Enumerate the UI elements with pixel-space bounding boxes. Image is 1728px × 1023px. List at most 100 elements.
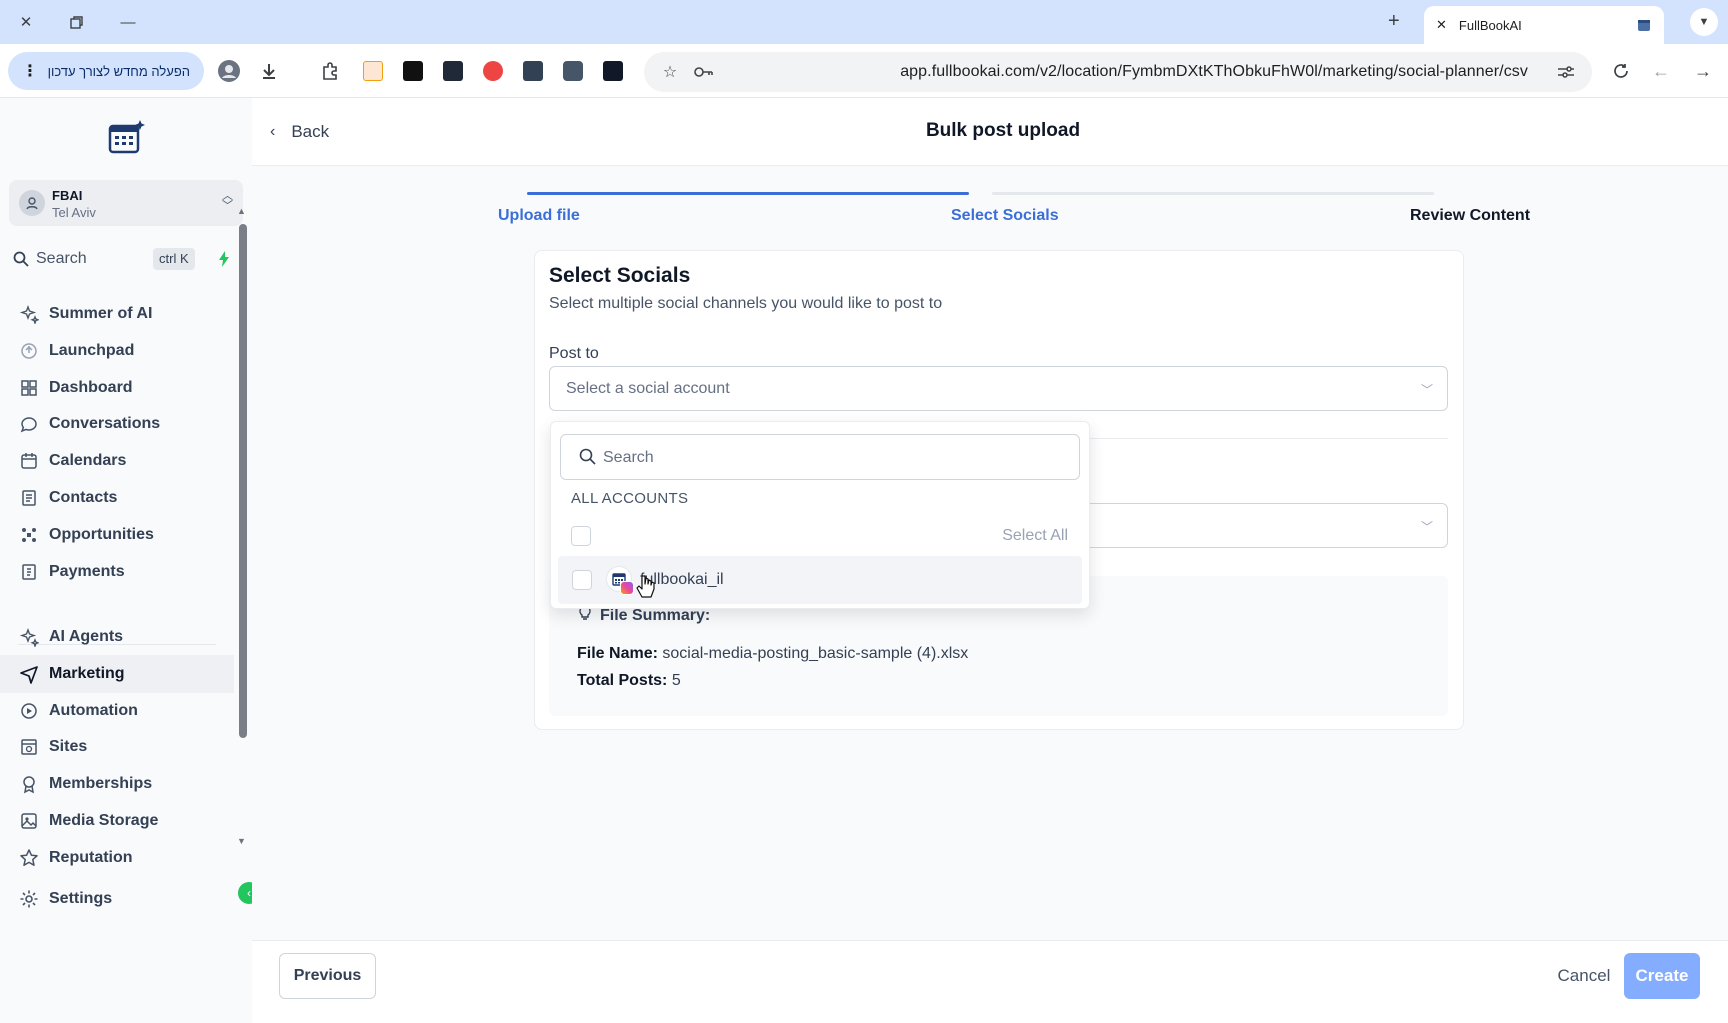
extension-2-icon[interactable]: [400, 58, 426, 84]
extensions-puzzle-icon[interactable]: [317, 58, 343, 84]
browser-tab[interactable]: ✕ FullBookAI: [1424, 6, 1664, 44]
sidebar-item-launchpad[interactable]: Launchpad: [0, 332, 234, 370]
select-all-row[interactable]: Select All: [560, 518, 1080, 554]
menu-dots-icon[interactable]: ⋮: [22, 61, 38, 81]
sidebar-item-sites[interactable]: Sites: [0, 728, 234, 766]
image-icon: [18, 810, 40, 832]
select-placeholder: Select a social account: [566, 380, 730, 397]
sparkles-icon: [18, 626, 40, 648]
step-upload-file[interactable]: Upload file: [498, 207, 580, 225]
extension-1-icon[interactable]: [360, 58, 386, 84]
minimize-window-icon[interactable]: —: [114, 10, 142, 34]
dropdown-search-input[interactable]: Search: [560, 434, 1080, 480]
cancel-button[interactable]: Cancel: [1548, 953, 1620, 999]
account-name: FBAI: [52, 188, 83, 203]
profile-avatar-icon[interactable]: [216, 58, 242, 84]
site-settings-icon[interactable]: [1556, 62, 1576, 82]
extension-5-icon[interactable]: [520, 58, 546, 84]
select-all-label[interactable]: Select All: [1002, 527, 1068, 545]
tab-title: FullBookAI: [1458, 17, 1522, 33]
file-summary-title: File Summary:: [600, 606, 711, 624]
sidebar-item-label: Reputation: [49, 848, 133, 866]
sidebar-item-label: Settings: [49, 890, 113, 907]
account-checkbox[interactable]: [572, 570, 592, 590]
scroll-up-arrow-icon[interactable]: ▲: [237, 206, 246, 216]
sidebar-item-contacts[interactable]: Contacts: [0, 479, 234, 517]
app-logo-icon[interactable]: [106, 118, 146, 158]
sidebar-item-label: Automation: [49, 701, 138, 719]
sidebar-item-automation[interactable]: Automation: [0, 692, 234, 730]
search-icon: [13, 251, 29, 267]
extension-3-icon[interactable]: [440, 58, 466, 84]
scroll-down-arrow-icon[interactable]: ▼: [237, 836, 246, 846]
page-header: ‹ Back Bulk post upload: [252, 98, 1728, 166]
file-name-line: File Name: social-media-posting_basic-sa…: [577, 645, 968, 663]
sidebar-item-opportunities[interactable]: Opportunities: [0, 516, 234, 554]
secondary-select[interactable]: ﹀: [1080, 503, 1448, 548]
update-label: הפעלה מחדש לצורך עדכון: [47, 63, 190, 79]
page-footer: [252, 940, 1728, 1023]
tab-favicon-icon: [1636, 17, 1652, 33]
create-button[interactable]: Create: [1624, 953, 1700, 999]
sidebar-item-reputation[interactable]: Reputation: [0, 839, 234, 877]
sidebar-item-dashboard[interactable]: Dashboard: [0, 369, 234, 407]
account-location: Tel Aviv: [52, 205, 96, 220]
extension-6-icon[interactable]: [560, 58, 586, 84]
sidebar-item-ai-agents[interactable]: AI Agents: [0, 618, 234, 656]
quick-action-bolt-icon[interactable]: [211, 248, 237, 270]
url-text[interactable]: app.fullbookai.com/v2/location/FymbmDXtK…: [900, 63, 1528, 81]
sidebar-item-summer-of-ai[interactable]: Summer of AI: [0, 295, 234, 333]
extension-7-icon[interactable]: [600, 58, 626, 84]
download-icon[interactable]: [256, 58, 282, 84]
account-switcher[interactable]: FBAI Tel Aviv ︿ ﹀: [9, 180, 243, 226]
sidebar-item-payments[interactable]: Payments: [0, 553, 234, 591]
sidebar-item-settings[interactable]: Settings: [0, 880, 234, 918]
sidebar-item-label: Memberships: [49, 775, 153, 793]
sidebar-item-label: Calendars: [49, 452, 127, 470]
close-window-icon[interactable]: ✕: [12, 10, 40, 34]
sidebar-search[interactable]: Search ctrl K: [9, 244, 243, 274]
password-key-icon[interactable]: [694, 62, 714, 82]
reload-icon[interactable]: [1608, 58, 1634, 84]
back-arrow-icon[interactable]: ←: [1648, 58, 1674, 84]
bookmark-star-icon[interactable]: ☆: [660, 62, 680, 82]
total-posts-label: Total Posts:: [577, 672, 668, 689]
sidebar-item-label: Summer of AI: [49, 305, 153, 322]
select-all-checkbox[interactable]: [571, 526, 591, 546]
sidebar-search-label: Search: [36, 250, 87, 267]
restore-window-icon[interactable]: [62, 10, 90, 34]
sparkles-icon: [18, 303, 40, 325]
previous-button[interactable]: Previous: [279, 953, 376, 999]
total-posts-line: Total Posts: 5: [577, 672, 681, 690]
contacts-icon: [18, 487, 40, 509]
extension-4-icon[interactable]: [480, 58, 506, 84]
sidebar-item-label: Launchpad: [49, 341, 135, 359]
opportunities-icon: [18, 524, 40, 546]
total-posts-value: 5: [671, 672, 681, 689]
update-restart-button[interactable]: הפעלה מחדש לצורך עדכון ⋮: [8, 52, 204, 90]
dropdown-search-placeholder: Search: [603, 449, 654, 466]
social-account-select[interactable]: Select a social account ﹀: [549, 366, 1448, 411]
instagram-icon: [620, 581, 634, 595]
forward-arrow-icon[interactable]: →: [1690, 58, 1716, 84]
sidebar-scrollbar[interactable]: [239, 224, 247, 738]
sidebar-item-media-storage[interactable]: Media Storage: [0, 802, 234, 840]
chevron-down-icon: ﹀: [1420, 383, 1433, 397]
card-subtitle: Select multiple social channels you woul…: [549, 295, 943, 312]
close-tab-icon[interactable]: ✕: [1436, 17, 1447, 33]
step-review-content[interactable]: Review Content: [1410, 207, 1530, 225]
sidebar-item-calendars[interactable]: Calendars: [0, 442, 234, 480]
sidebar-item-label: Payments: [49, 562, 125, 580]
sidebar-item-label: Sites: [49, 738, 88, 756]
file-name-value: social-media-posting_basic-sample (4).xl…: [662, 645, 969, 662]
account-avatar-icon: [19, 190, 45, 216]
new-tab-icon[interactable]: +: [1388, 10, 1400, 33]
sidebar-item-label: Marketing: [49, 664, 125, 682]
tab-search-chevron-icon[interactable]: ▼: [1690, 8, 1718, 36]
step-select-socials[interactable]: Select Socials: [951, 207, 1059, 225]
sidebar-item-conversations[interactable]: Conversations: [0, 405, 234, 443]
sidebar-item-memberships[interactable]: Memberships: [0, 765, 234, 803]
address-bar[interactable]: ☆ app.fullbookai.com/v2/location/FymbmDX…: [644, 52, 1592, 92]
sidebar-item-marketing[interactable]: Marketing: [0, 654, 234, 693]
step-progress-pending: [992, 192, 1434, 195]
